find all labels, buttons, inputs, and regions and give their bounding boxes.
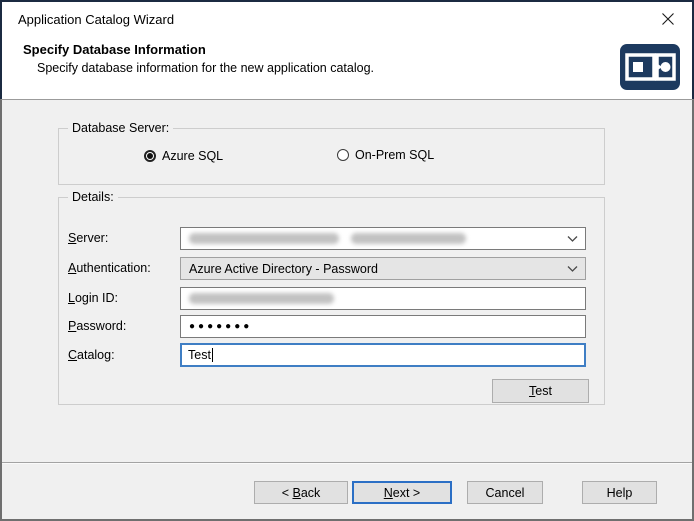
authentication-label: Authentication: bbox=[68, 261, 151, 275]
text-caret bbox=[212, 348, 213, 362]
footer-separator bbox=[2, 462, 692, 463]
help-button[interactable]: Help bbox=[582, 481, 657, 504]
application-catalog-icon bbox=[620, 44, 680, 90]
login-id-label: Login ID: bbox=[68, 291, 118, 305]
radio-circle-icon bbox=[337, 149, 349, 161]
server-combobox[interactable] bbox=[180, 227, 586, 250]
back-button[interactable]: < Back bbox=[254, 481, 348, 504]
radio-onprem-sql[interactable]: On-Prem SQL bbox=[337, 148, 434, 162]
redacted-text bbox=[189, 233, 466, 244]
catalog-input[interactable]: Test bbox=[180, 343, 586, 367]
catalog-value: Test bbox=[188, 348, 211, 362]
chevron-down-icon bbox=[567, 265, 578, 272]
password-input[interactable]: ●●●●●●● bbox=[180, 315, 586, 338]
window-title: Application Catalog Wizard bbox=[18, 12, 174, 27]
next-button[interactable]: Next > bbox=[352, 481, 452, 504]
authentication-value: Azure Active Directory - Password bbox=[189, 262, 378, 276]
radio-azure-sql[interactable]: Azure SQL bbox=[144, 149, 223, 163]
test-button[interactable]: Test bbox=[492, 379, 589, 403]
password-label: Password: bbox=[68, 319, 126, 333]
password-value: ●●●●●●● bbox=[189, 321, 252, 332]
close-button[interactable] bbox=[652, 5, 684, 33]
catalog-label: Catalog: bbox=[68, 348, 115, 362]
redacted-text bbox=[189, 293, 334, 304]
radio-onprem-sql-label: On-Prem SQL bbox=[355, 148, 434, 162]
database-server-group-label: Database Server: bbox=[68, 121, 173, 136]
application-catalog-wizard-dialog: Application Catalog Wizard Specify Datab… bbox=[0, 0, 694, 521]
database-server-group: Database Server: bbox=[58, 128, 605, 185]
server-label: Server: bbox=[68, 231, 108, 245]
cancel-button[interactable]: Cancel bbox=[467, 481, 543, 504]
radio-azure-sql-label: Azure SQL bbox=[162, 149, 223, 163]
close-icon bbox=[661, 12, 675, 26]
details-group-label: Details: bbox=[68, 190, 118, 205]
radio-circle-icon bbox=[144, 150, 156, 162]
login-id-input[interactable] bbox=[180, 287, 586, 310]
page-subtitle: Specify database information for the new… bbox=[37, 61, 374, 75]
authentication-combobox[interactable]: Azure Active Directory - Password bbox=[180, 257, 586, 280]
page-title: Specify Database Information bbox=[23, 42, 206, 57]
chevron-down-icon bbox=[567, 235, 578, 242]
